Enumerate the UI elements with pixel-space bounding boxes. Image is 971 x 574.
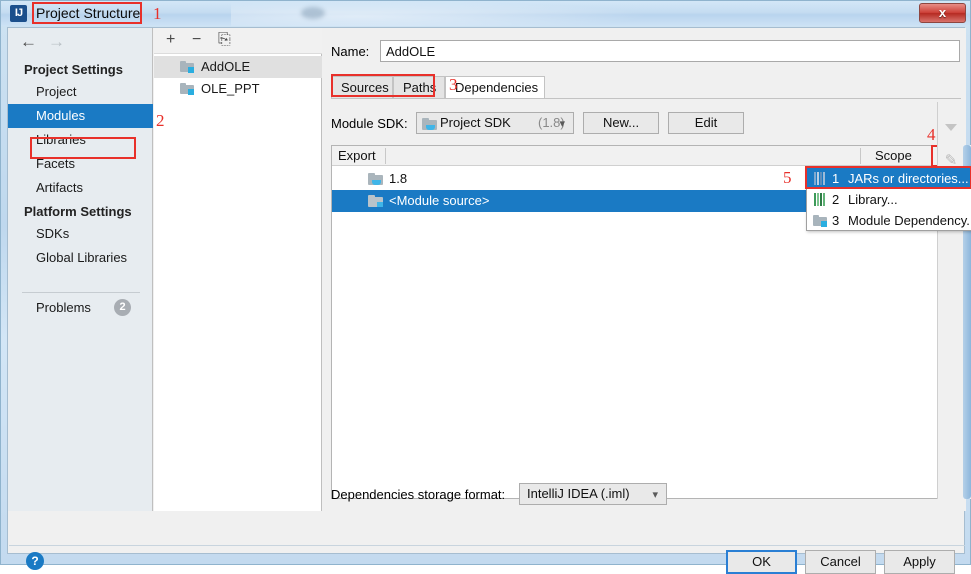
module-icon <box>813 215 827 228</box>
sidebar-item-project[interactable]: Project <box>8 80 153 104</box>
dependency-name: 1.8 <box>389 171 408 186</box>
title-bar: IJ Project Structure x <box>1 1 970 26</box>
forward-arrow-icon: → <box>48 32 65 51</box>
column-header-scope: Scope <box>875 148 912 163</box>
tab-paths[interactable]: Paths <box>393 76 445 98</box>
tab-sources[interactable]: Sources <box>331 76 393 98</box>
move-down-icon[interactable] <box>945 124 957 131</box>
menu-item-number: 3 <box>832 213 840 228</box>
titlebar-glow <box>231 1 651 26</box>
sidebar-group-platform-settings: Platform Settings <box>24 204 132 219</box>
storage-format-value: IntelliJ IDEA (.iml) <box>527 486 630 501</box>
module-sdk-row: Module SDK: Project SDK (1.8) ▾ New... E… <box>331 112 961 136</box>
module-detail-panel: Name: Sources Paths Dependencies Module … <box>323 28 971 511</box>
dependencies-side-toolbar: ✎ <box>937 102 963 499</box>
edit-sdk-button[interactable]: Edit <box>668 112 744 134</box>
module-name-label: AddOLE <box>201 59 251 74</box>
apply-button[interactable]: Apply <box>884 550 955 574</box>
menu-item-label: Module Dependency.. <box>848 213 971 228</box>
annotation-label-1: 1 <box>153 4 162 23</box>
cancel-button[interactable]: Cancel <box>805 550 876 574</box>
header-divider <box>385 148 386 164</box>
titlebar-smudge <box>301 7 325 19</box>
header-divider <box>860 148 861 164</box>
sidebar-item-libraries[interactable]: Libraries <box>8 128 153 152</box>
settings-sidebar: ← → Project Settings Project Modules Lib… <box>8 28 153 511</box>
module-folder-icon <box>180 61 194 73</box>
menu-item-number: 2 <box>832 192 840 207</box>
sidebar-item-artifacts[interactable]: Artifacts <box>8 176 153 200</box>
project-structure-window: IJ Project Structure x 1 ← → Project Set… <box>0 0 971 574</box>
name-label: Name: <box>331 44 370 59</box>
footer-divider <box>9 545 965 546</box>
storage-format-dropdown[interactable]: IntelliJ IDEA (.iml) ▾ <box>519 483 667 505</box>
module-list-panel: + − ⎘ AddOLE OLE_PPT <box>154 28 322 511</box>
problems-count-badge: 2 <box>114 299 131 316</box>
annotation-label-3: 3 <box>449 75 458 94</box>
module-sdk-label: Module SDK: <box>331 116 408 131</box>
module-sdk-value: Project SDK <box>440 115 511 130</box>
sidebar-item-problems[interactable]: Problems 2 <box>8 298 153 320</box>
column-header-export: Export <box>338 148 376 163</box>
module-list-item-addole[interactable]: AddOLE <box>154 56 322 78</box>
add-dependency-context-menu: 1 JARs or directories... 2 Library... 3 … <box>806 167 971 231</box>
intellij-idea-icon: IJ <box>10 5 27 22</box>
sidebar-divider <box>22 292 140 293</box>
menu-item-jars-or-directories[interactable]: 1 JARs or directories... <box>807 168 971 189</box>
module-folder-icon <box>180 83 194 95</box>
module-toolbar: + − ⎘ <box>154 28 322 54</box>
tab-underline <box>331 98 961 99</box>
chevron-down-icon: ▾ <box>652 489 658 501</box>
storage-format-label: Dependencies storage format: <box>331 487 506 502</box>
sdk-folder-icon <box>422 118 437 130</box>
sidebar-item-global-libraries[interactable]: Global Libraries <box>8 246 153 270</box>
dialog-body: ← → Project Settings Project Modules Lib… <box>7 27 971 574</box>
back-arrow-icon[interactable]: ← <box>20 33 37 50</box>
storage-format-row: Dependencies storage format: IntelliJ ID… <box>331 483 731 507</box>
help-icon[interactable]: ? <box>26 552 44 570</box>
library-icon <box>813 193 826 206</box>
menu-item-label: Library... <box>848 192 898 207</box>
name-row: Name: <box>331 40 961 64</box>
menu-item-number: 1 <box>832 171 840 186</box>
module-name-label: OLE_PPT <box>201 81 260 96</box>
annotation-label-2: 2 <box>156 111 165 130</box>
dependencies-table-header: Export Scope + <box>332 145 959 167</box>
jar-icon <box>813 172 826 185</box>
menu-item-library[interactable]: 2 Library... <box>807 189 971 210</box>
settings-tabs: Sources Paths Dependencies <box>331 76 961 98</box>
menu-item-label: JARs or directories... <box>848 171 969 186</box>
remove-module-icon[interactable]: − <box>192 32 201 48</box>
new-sdk-button[interactable]: New... <box>583 112 659 134</box>
module-name-input[interactable] <box>380 40 960 62</box>
problems-label: Problems <box>36 300 91 315</box>
module-source-icon <box>368 195 383 207</box>
module-list-item-ole-ppt[interactable]: OLE_PPT <box>154 78 322 100</box>
window-title: Project Structure <box>36 5 141 21</box>
annotation-label-4: 4 <box>927 125 936 144</box>
chevron-down-icon: ▾ <box>559 118 565 130</box>
sidebar-navbar: ← → <box>8 28 153 56</box>
jdk-icon <box>368 173 383 185</box>
copy-module-icon[interactable]: ⎘ <box>218 32 231 48</box>
sidebar-group-project-settings: Project Settings <box>24 62 123 77</box>
module-sdk-dropdown[interactable]: Project SDK (1.8) ▾ <box>416 112 574 134</box>
menu-item-module-dependency[interactable]: 3 Module Dependency.. <box>807 210 971 231</box>
add-module-icon[interactable]: + <box>166 32 175 48</box>
sidebar-list: Project Settings Project Modules Librari… <box>8 58 153 270</box>
ok-button[interactable]: OK <box>726 550 797 574</box>
close-button[interactable]: x <box>919 3 966 23</box>
dependency-name: <Module source> <box>389 193 490 208</box>
tab-dependencies[interactable]: Dependencies <box>445 76 545 98</box>
annotation-label-5: 5 <box>783 168 792 187</box>
sidebar-item-facets[interactable]: Facets <box>8 152 153 176</box>
sidebar-item-sdks[interactable]: SDKs <box>8 222 153 246</box>
sidebar-item-modules[interactable]: Modules <box>8 104 153 128</box>
